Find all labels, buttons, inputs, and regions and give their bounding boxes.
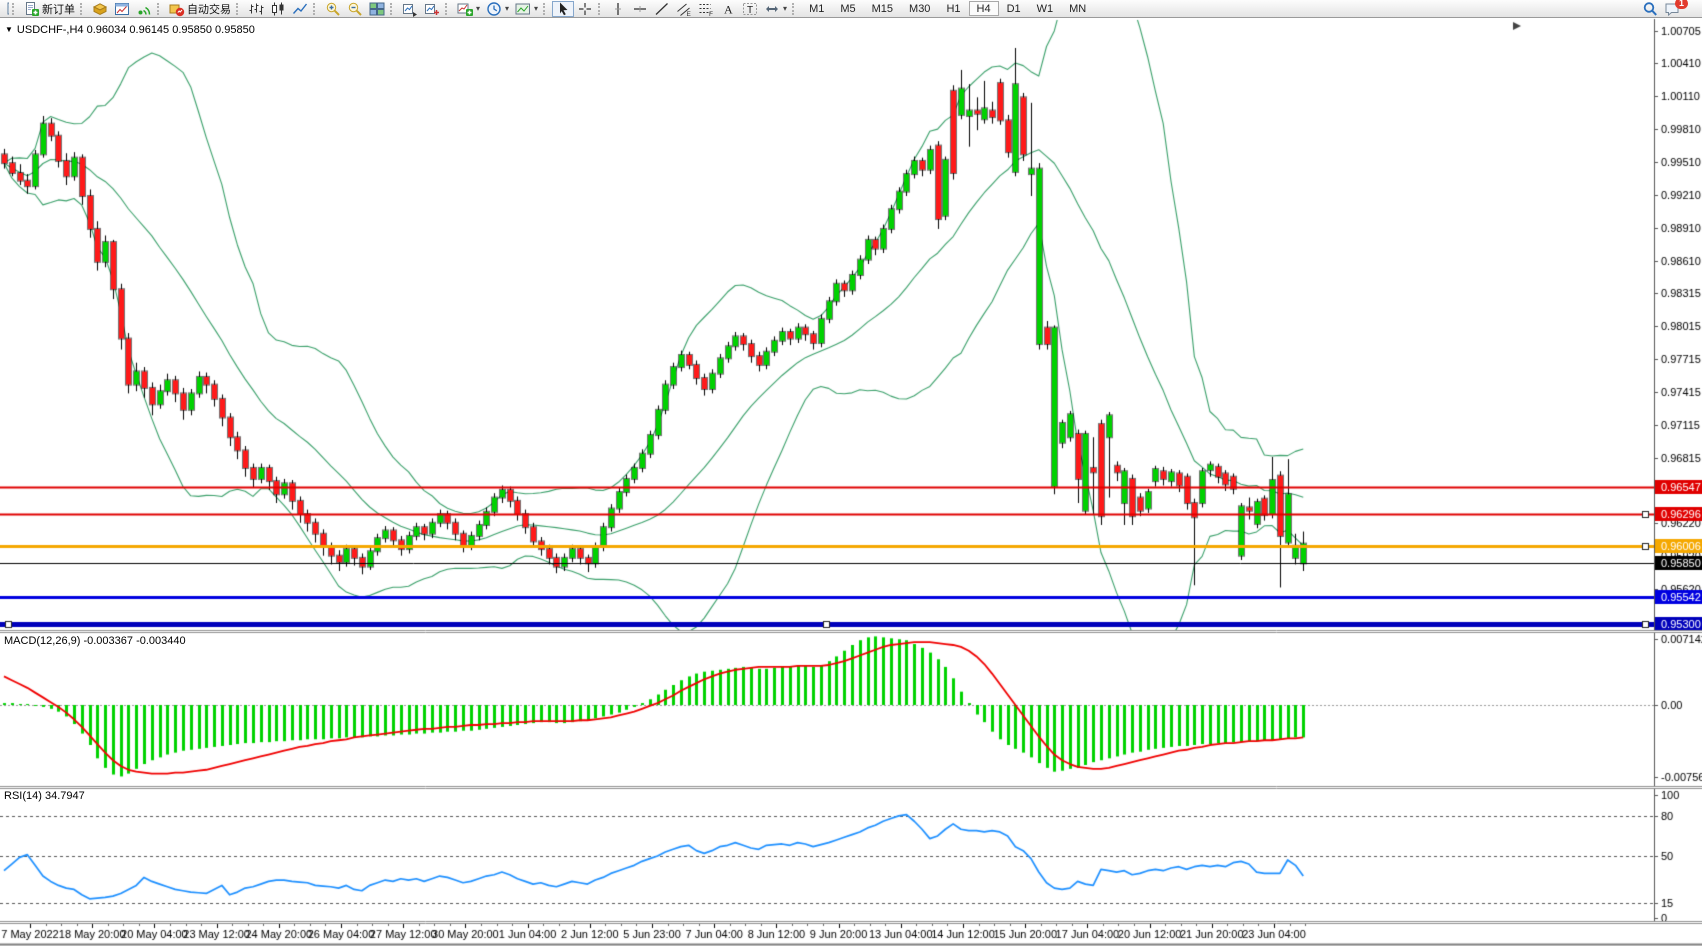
dropdown-caret-icon: ▾ — [783, 4, 787, 13]
toolbar-separator — [236, 3, 242, 15]
toolbar-separator — [12, 3, 18, 15]
timeframe-h4-button[interactable]: H4 — [969, 1, 999, 16]
chart-window-icon — [114, 1, 130, 17]
timeframe-d1-button[interactable]: D1 — [999, 1, 1029, 16]
mt4-window: 新订单 自动交易 ▾ ▾ ▾ E F A T ▾ M1M5M15M30H1H4D1W1MN 1 ▼US… — [0, 0, 1702, 946]
cursor-button[interactable] — [552, 1, 574, 17]
crosshair-icon — [577, 1, 593, 17]
svg-text:A: A — [724, 2, 733, 16]
chart-shift-button[interactable] — [421, 1, 443, 17]
autotrading-button[interactable]: 自动交易 — [166, 1, 234, 17]
templates-button[interactable]: ▾ — [512, 1, 541, 17]
search-icon — [1642, 1, 1658, 17]
toolbar-separator — [543, 3, 549, 15]
text-label-button[interactable]: T — [739, 1, 761, 17]
dropdown-caret-icon: ▾ — [505, 4, 509, 13]
new-order-icon — [24, 1, 40, 17]
signals-icon — [136, 1, 152, 17]
candlestick-chart-icon — [270, 1, 286, 17]
auto-arrange-button[interactable] — [399, 1, 421, 17]
toolbar-separator — [390, 3, 396, 15]
chart-window-button[interactable] — [111, 1, 133, 17]
new-order-button-label: 新订单 — [42, 1, 75, 17]
tile-windows-button[interactable] — [366, 1, 388, 17]
autotrading-icon — [169, 1, 185, 17]
zoom-in-icon — [325, 1, 341, 17]
vertical-line-button[interactable] — [607, 1, 629, 17]
dropdown-caret-icon: ▾ — [534, 4, 538, 13]
bar-chart-icon — [248, 1, 264, 17]
new-chart-button[interactable]: ▾ — [454, 1, 483, 17]
timeframe-m15-button[interactable]: M15 — [864, 1, 901, 16]
auto-arrange-icon — [402, 1, 418, 17]
toolbar-separator — [157, 3, 163, 15]
chart-shift-icon — [424, 1, 440, 17]
toolbar-separator — [313, 3, 319, 15]
timeframe-m1-button[interactable]: M1 — [801, 1, 832, 16]
candlestick-chart-button[interactable] — [267, 1, 289, 17]
trendline-button[interactable] — [651, 1, 673, 17]
autotrading-button-label: 自动交易 — [187, 1, 231, 17]
timeframe-mn-button[interactable]: MN — [1061, 1, 1094, 16]
toolbar: 新订单 自动交易 ▾ ▾ ▾ E F A T ▾ M1M5M15M30H1H4D1W1MN 1 — [0, 0, 1702, 18]
trendline-icon — [654, 1, 670, 17]
line-chart-icon — [292, 1, 308, 17]
horizontal-line-icon — [632, 1, 648, 17]
toolbar-separator — [80, 3, 86, 15]
svg-text:T: T — [747, 5, 753, 16]
new-order-button[interactable]: 新订单 — [21, 1, 78, 17]
tile-windows-icon — [369, 1, 385, 17]
shapes-icon — [764, 1, 780, 17]
market-watch-icon — [2, 1, 10, 17]
timeframe-m30-button[interactable]: M30 — [901, 1, 938, 16]
search-button[interactable] — [1639, 1, 1661, 17]
notifications-button[interactable]: 1 — [1661, 1, 1698, 17]
shapes-button[interactable]: ▾ — [761, 1, 790, 17]
line-chart-button[interactable] — [289, 1, 311, 17]
templates-icon — [515, 1, 531, 17]
text-icon: A — [720, 1, 736, 17]
timeframe-w1-button[interactable]: W1 — [1029, 1, 1062, 16]
vertical-line-icon — [610, 1, 626, 17]
cursor-icon — [555, 1, 571, 17]
equidistant-channel-button[interactable]: E — [673, 1, 695, 17]
text-label-icon: T — [742, 1, 758, 17]
bar-chart-button[interactable] — [245, 1, 267, 17]
zoom-in-button[interactable] — [322, 1, 344, 17]
notification-badge: 1 — [1675, 0, 1688, 9]
dropdown-caret-icon: ▾ — [476, 4, 480, 13]
text-button[interactable]: A — [717, 1, 739, 17]
toolbar-separator — [445, 3, 451, 15]
fibonacci-button[interactable]: F — [695, 1, 717, 17]
periods-icon — [486, 1, 502, 17]
expert-advisors-button[interactable] — [89, 1, 111, 17]
expert-advisors-icon — [92, 1, 108, 17]
svg-text:E: E — [687, 11, 692, 17]
equidistant-channel-icon: E — [676, 1, 692, 17]
toolbar-separator — [598, 3, 604, 15]
fibonacci-icon: F — [698, 1, 714, 17]
timeframe-h1-button[interactable]: H1 — [938, 1, 968, 16]
horizontal-line-button[interactable] — [629, 1, 651, 17]
zoom-out-button[interactable] — [344, 1, 366, 17]
timeframe-m5-button[interactable]: M5 — [832, 1, 863, 16]
chart-window: ▼USDCHF-,H4 0.96034 0.96145 0.95850 0.95… — [0, 18, 1702, 946]
svg-text:F: F — [709, 11, 713, 17]
crosshair-button[interactable] — [574, 1, 596, 17]
toolbar-separator — [792, 3, 798, 15]
chart-canvas[interactable] — [0, 18, 1702, 946]
new-chart-icon — [457, 1, 473, 17]
market-watch-button[interactable] — [1, 1, 10, 17]
signals-button[interactable] — [133, 1, 155, 17]
zoom-out-icon — [347, 1, 363, 17]
periods-button[interactable]: ▾ — [483, 1, 512, 17]
